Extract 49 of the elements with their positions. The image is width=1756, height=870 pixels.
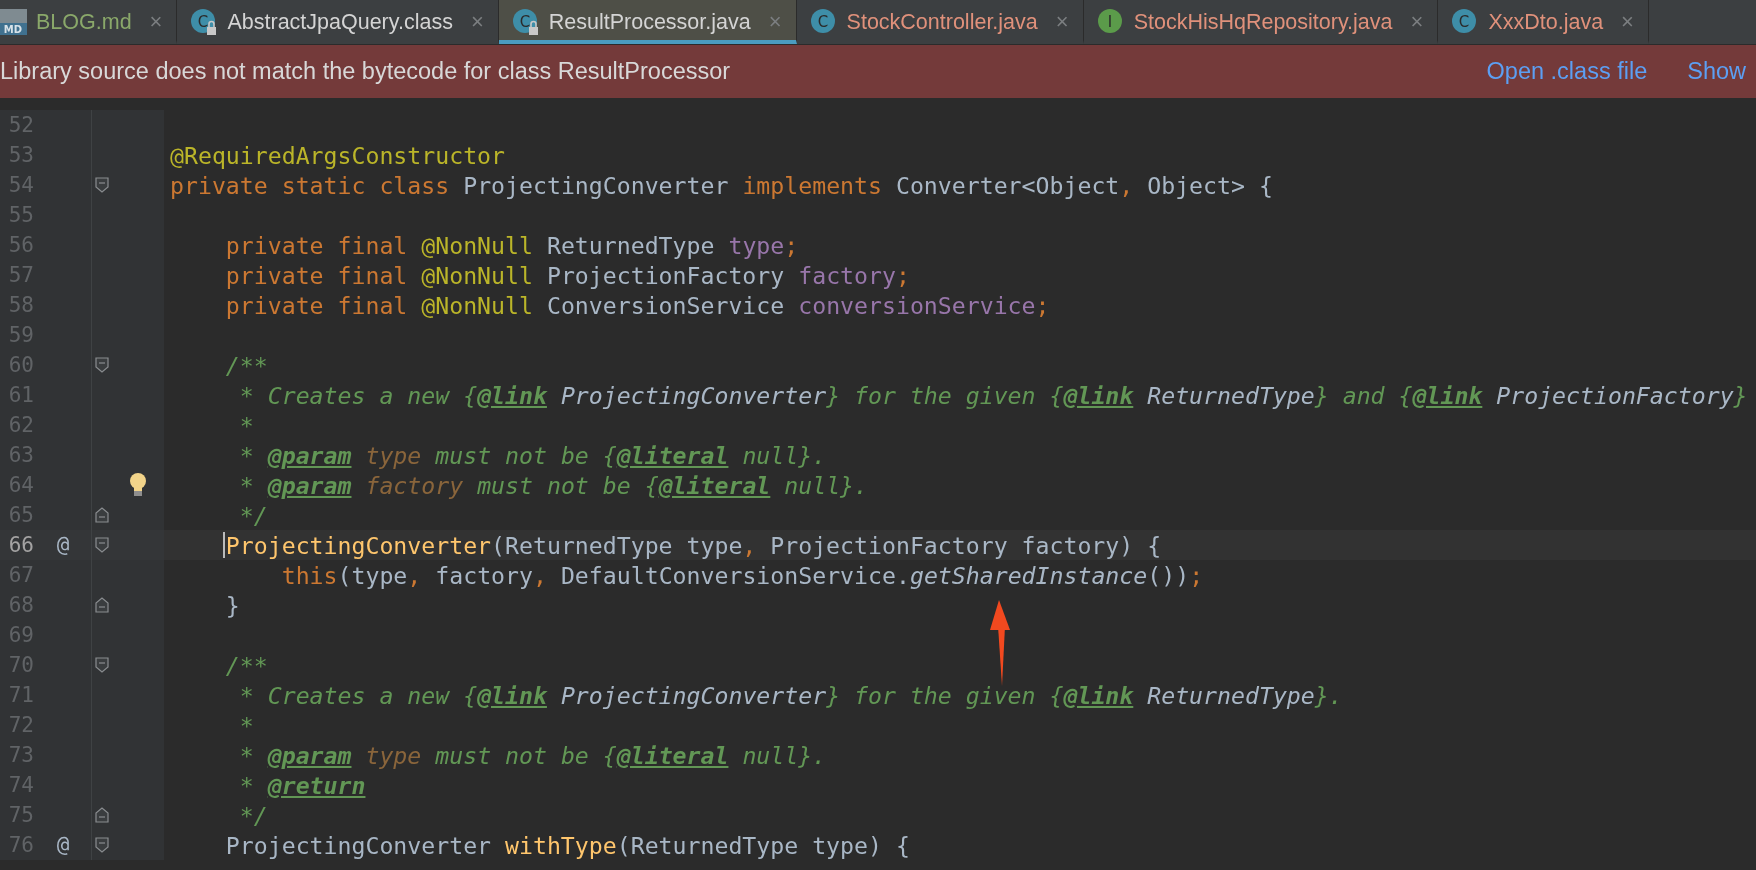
line-number: 66 bbox=[7, 533, 34, 557]
code-line: * bbox=[239, 411, 254, 439]
editor-tab[interactable]: C ResultProcessor.java × bbox=[498, 0, 797, 44]
code-line: /** bbox=[225, 351, 268, 379]
editor-tab[interactable]: C AbstractJpaQuery.class × bbox=[177, 0, 499, 44]
fold-icon bbox=[95, 507, 109, 523]
code-line: * Creates a new {@link ProjectingConverter} for the given {@link ReturnedType} and {@link ProjectionFactory} bbox=[239, 381, 1748, 409]
code-line: * @param type must not be {@literal null}. bbox=[239, 741, 827, 769]
lightbulb-icon bbox=[128, 472, 148, 498]
close-icon[interactable]: × bbox=[1055, 9, 1069, 35]
code-line: * bbox=[239, 711, 254, 739]
editor-tab[interactable]: C StockController.java × bbox=[796, 0, 1084, 44]
code-line: } bbox=[225, 591, 240, 619]
close-icon[interactable]: × bbox=[768, 9, 782, 35]
fold-icon bbox=[95, 837, 109, 853]
notification-link[interactable]: Open .class file bbox=[1486, 58, 1648, 85]
code-line: * @param type must not be {@literal null}. bbox=[239, 441, 827, 469]
close-icon[interactable]: × bbox=[1621, 9, 1634, 35]
override-marker: @ bbox=[56, 533, 70, 557]
fold-icon bbox=[95, 537, 109, 553]
editor-tab[interactable]: I StockHisHqRepository.java × bbox=[1083, 0, 1439, 44]
code-line: ProjectingConverter withType(ReturnedType type) { bbox=[225, 831, 910, 859]
override-marker: @ bbox=[56, 833, 70, 857]
fold-icon bbox=[95, 177, 109, 193]
code-line: private final @NonNull ProjectionFactory factory; bbox=[225, 261, 910, 289]
code-line: private final @NonNull ReturnedType type; bbox=[225, 231, 799, 259]
code-line: * Creates a new {@link ProjectingConverter} for the given {@link ReturnedType}. bbox=[239, 681, 1343, 709]
code-line: private final @NonNull ConversionService conversionService; bbox=[225, 291, 1050, 319]
code-line: this(type, factory, DefaultConversionService.getSharedInstance()); bbox=[281, 561, 1204, 589]
code-line: */ bbox=[239, 801, 268, 829]
close-icon[interactable]: × bbox=[470, 9, 484, 35]
close-icon[interactable]: × bbox=[1410, 9, 1424, 35]
editor-tab[interactable]: MD BLOG.md × bbox=[0, 0, 178, 44]
fold-icon bbox=[95, 807, 109, 823]
editor-tab[interactable]: C XxxDto.java × bbox=[1438, 0, 1649, 44]
fold-icon bbox=[95, 657, 109, 673]
notification-link[interactable]: Show bbox=[1687, 58, 1746, 85]
code-line: * @param factory must not be {@literal null}. bbox=[239, 471, 869, 499]
code-line: /** bbox=[225, 651, 268, 679]
code-line: private static class ProjectingConverter implements Converter<Object, Object> { bbox=[170, 171, 1273, 199]
code-line: */ bbox=[239, 501, 268, 529]
markdown-file-icon: MD bbox=[0, 7, 28, 37]
code-line: * @return bbox=[239, 771, 366, 799]
text-cursor bbox=[222, 532, 225, 558]
fold-icon bbox=[95, 357, 109, 373]
notification-message: Library source does not match the bytecode for class ResultProcessor bbox=[0, 58, 731, 85]
close-icon[interactable]: × bbox=[149, 9, 163, 35]
code-line: @RequiredArgsConstructor bbox=[170, 141, 506, 169]
fold-icon bbox=[95, 597, 109, 613]
